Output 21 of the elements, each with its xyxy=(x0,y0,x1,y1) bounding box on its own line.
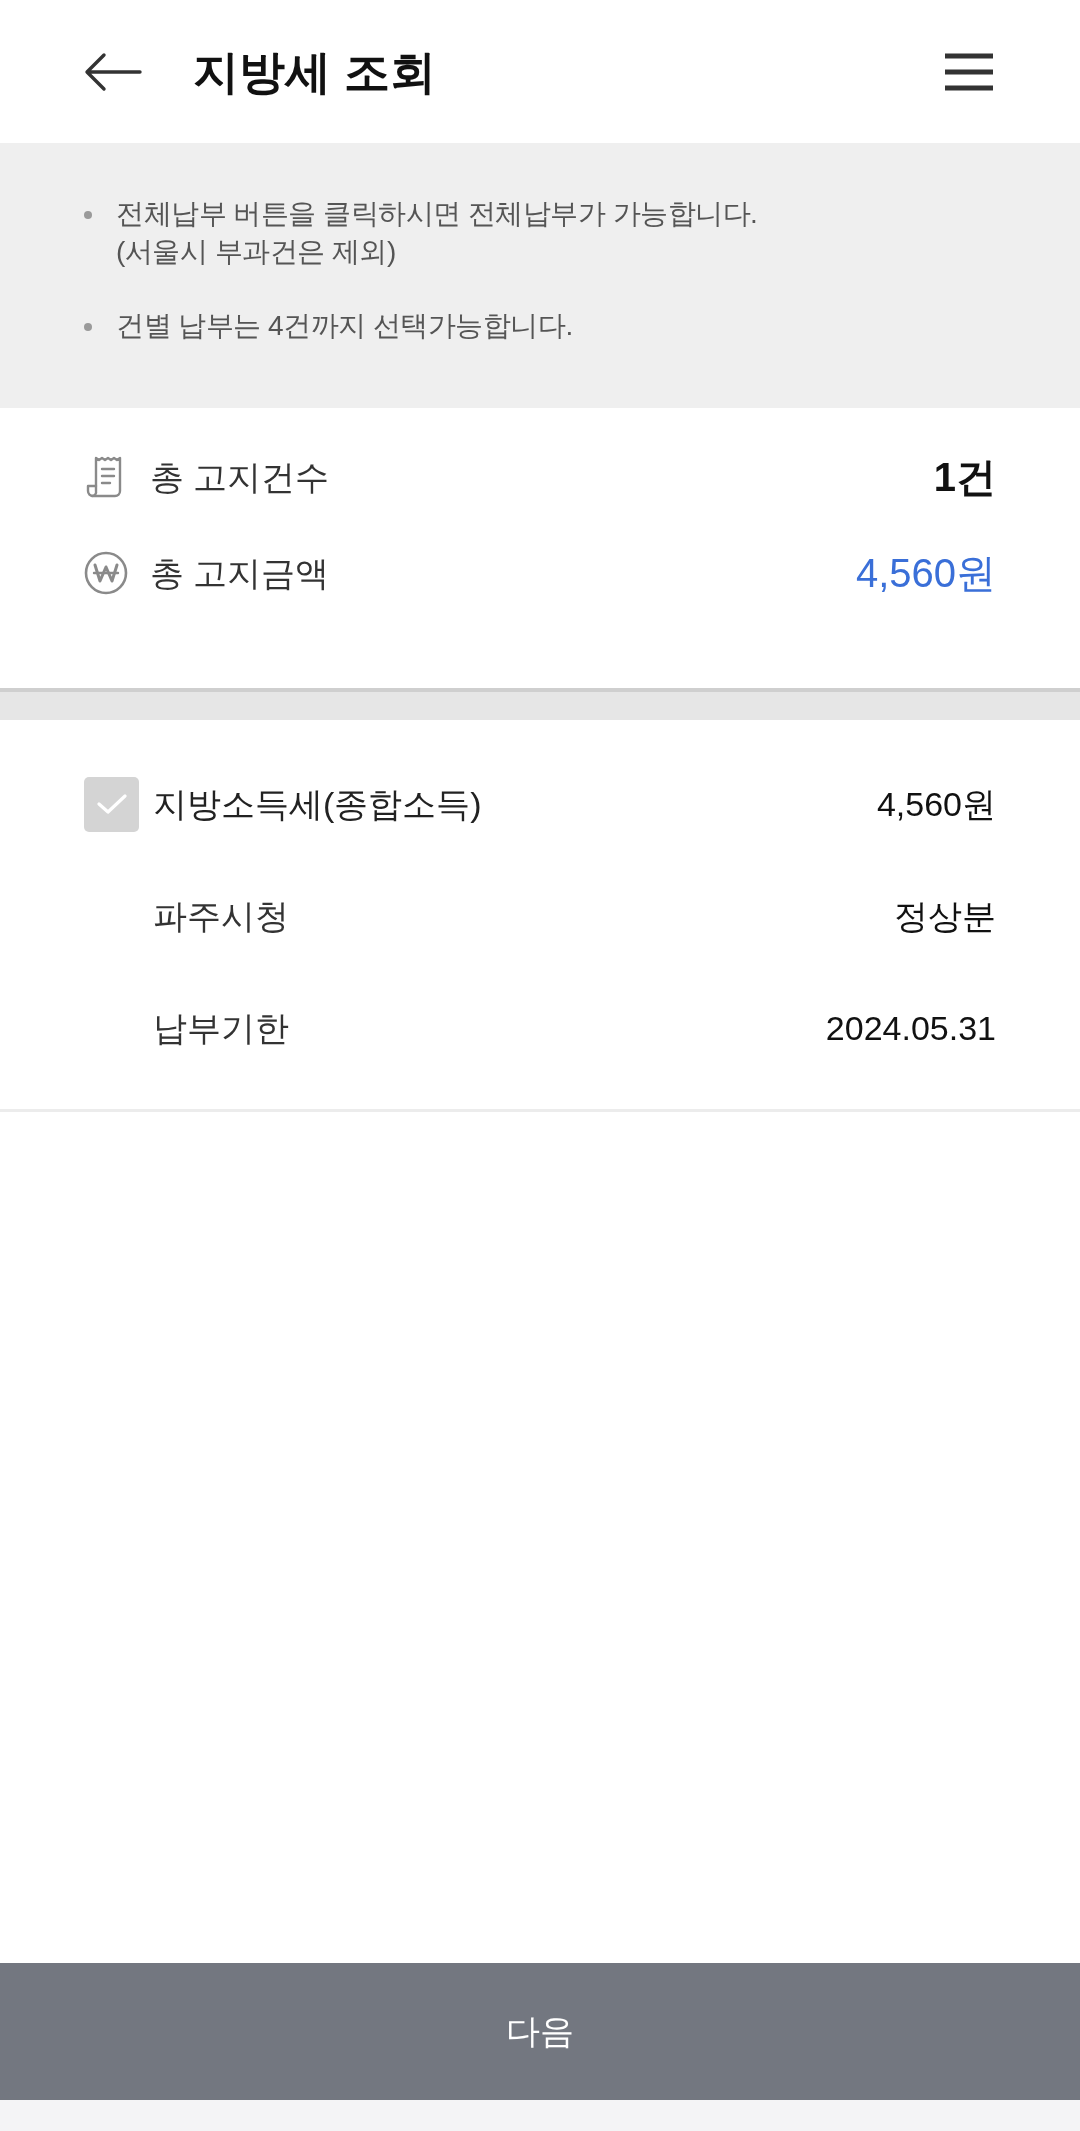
detail-value: 정상분 xyxy=(894,895,996,937)
menu-button[interactable] xyxy=(945,51,993,92)
detail-label: 파주시청 xyxy=(153,895,289,937)
won-icon xyxy=(84,551,128,595)
bullet-icon xyxy=(84,323,92,331)
tax-name: 지방소득세(종합소득) xyxy=(153,783,482,825)
menu-icon xyxy=(945,51,993,92)
tax-amount: 4,560원 xyxy=(876,783,996,825)
next-button[interactable]: 다음 xyxy=(0,1963,1080,2100)
check-icon xyxy=(96,793,127,815)
notice-text: 건별 납부는 4건까지 선택가능합니다. xyxy=(116,309,573,343)
summary-value: 4,560원 xyxy=(855,550,996,597)
bullet-icon xyxy=(84,211,92,219)
notice-text: 전체납부 버튼을 클릭하시면 전체납부가 가능합니다. (서울시 부과건은 제외) xyxy=(116,197,758,269)
summary-value: 1건 xyxy=(933,454,996,501)
back-arrow-icon xyxy=(84,51,142,92)
summary-label: 총 고지건수 xyxy=(150,456,330,498)
page-title: 지방세 조회 xyxy=(193,48,436,95)
detail-label: 납부기한 xyxy=(153,1007,289,1049)
detail-value: 2024.05.31 xyxy=(825,1007,996,1049)
summary-label: 총 고지금액 xyxy=(150,552,330,594)
